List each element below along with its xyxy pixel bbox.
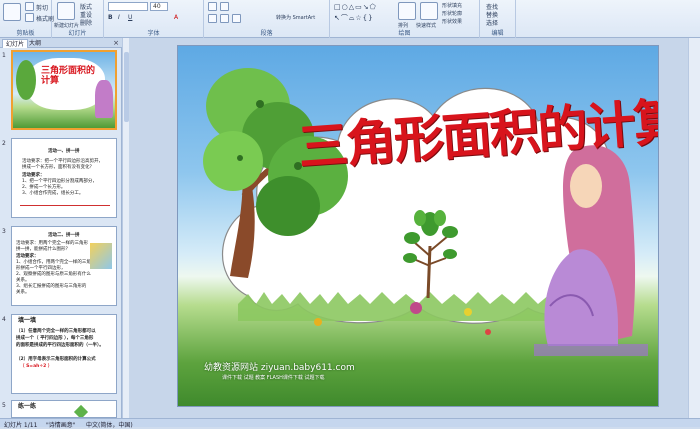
thumb-line: 3、组长汇报拼成的图形与三角形的 — [16, 284, 87, 289]
slide-edit-area: 三角形面积的计算 幼教资源网站 ziyuan.baby611.com 课件下载 … — [129, 38, 700, 418]
tab-outline[interactable]: 大纲 — [26, 39, 44, 48]
slide-number: 5 — [2, 402, 6, 409]
numbering-icon[interactable] — [220, 2, 229, 11]
slide-number: 3 — [2, 228, 6, 235]
theme-status[interactable]: "诗情画意" — [46, 420, 76, 429]
slide-thumbnail-2[interactable]: 活动一、拼一拼 活动要求：把一个平行四边形沿高剪开， 拼成一个长方形，面积有没有… — [11, 138, 117, 218]
slide-thumbnail-1[interactable]: 三角形面积的计算 — [11, 50, 117, 130]
font-size-field[interactable]: 40 — [150, 2, 168, 11]
thumb-line: （1）任意两个完全一样的三角形都可以 — [16, 329, 96, 334]
thumb-line: 关系。 — [16, 290, 30, 295]
thumb-line: 拼成一个长方形，面积有没有变化？ — [22, 165, 94, 170]
thumb-tree — [16, 60, 36, 100]
shapes-gallery-row2[interactable]: ↖⌒⌓☆{} — [334, 13, 374, 23]
thumb-line: 活动二、拼一拼 — [48, 233, 80, 238]
thumb-title: 三角形面积的计算 — [41, 66, 96, 86]
language-status[interactable]: 中文(简体，中国) — [86, 420, 133, 429]
editing-group-label: 编辑 — [491, 30, 504, 37]
thumb-line: 活动要求： — [22, 173, 45, 178]
slides-panel: 幻灯片 大纲 × 1 三角形面积的计算 2 活动一、拼一拼 活动要求：把一个平行… — [0, 38, 122, 418]
thumb-line: 2、拼成一个长方形。 — [22, 185, 66, 190]
tab-slides[interactable]: 幻灯片 — [2, 39, 29, 48]
quick-styles-button[interactable] — [420, 2, 438, 20]
slide-thumbnail-3[interactable]: 活动二、拼一拼 活动要求：用两个完全一样的三角形 拼一拼，能拼成什么图形？ 活动… — [11, 226, 117, 306]
clipboard-group-label: 剪贴板 — [16, 30, 35, 37]
align-right-icon[interactable] — [232, 14, 241, 23]
select-button[interactable]: 选择 — [486, 18, 498, 27]
slide-thumbnail-5[interactable]: 练一练 — [11, 400, 117, 418]
bold-button[interactable]: B — [108, 14, 113, 21]
ribbon-group-clipboard: 剪切 格式刷 剪贴板 — [0, 0, 54, 38]
shape-effects-button[interactable]: 形状效果 — [442, 18, 462, 25]
underline-button[interactable]: U — [128, 14, 132, 21]
thumb-line: 活动一、拼一拼 — [48, 149, 80, 154]
thumb-girl — [95, 80, 113, 118]
align-center-icon[interactable] — [220, 14, 229, 23]
slide-number: 4 — [2, 316, 6, 323]
paragraph-group-label: 段落 — [260, 30, 273, 37]
thumb-shape — [73, 404, 89, 417]
cut-label: 剪切 — [36, 5, 49, 12]
ribbon-group-editing: 查找 替换 选择 编辑 — [480, 0, 516, 38]
paste-button[interactable] — [3, 3, 21, 21]
slide-position-status: 幻灯片 1/11 — [4, 422, 38, 429]
thumb-line: 活动要求：把一个平行四边形沿高剪开， — [22, 159, 103, 164]
watermark-line-2: 课件下载 试题 教案 FLASH课件下载 试题下载 — [222, 375, 325, 381]
ribbon-group-drawing: □○△▭↘⬠ ↖⌒⌓☆{} 排列 快速样式 形状填充 形状轮廓 形状效果 绘图 — [330, 0, 480, 38]
status-bar: 幻灯片 1/11 "诗情画意" 中文(简体，中国) — [0, 418, 700, 429]
thumb-line: （ S=ah÷2 ） — [20, 364, 53, 369]
thumb-line: 形拼成一个平行四边形， — [16, 266, 66, 271]
ribbon: 剪切 格式刷 剪贴板 新建幻灯片 版式 重设 删除 幻灯片 40 B I U A… — [0, 0, 700, 38]
slide-number: 1 — [2, 52, 6, 59]
panel-tabs: 幻灯片 大纲 × — [0, 38, 122, 48]
slide-canvas[interactable]: 三角形面积的计算 幼教资源网站 ziyuan.baby611.com 课件下载 … — [177, 45, 659, 407]
editor-scrollbar[interactable] — [688, 38, 700, 418]
slide-thumbnail-4[interactable]: 填一填 （1）任意两个完全一样的三角形都可以 拼成一个（ 平行四边形 ），每个三… — [11, 314, 117, 394]
ribbon-group-slides: 新建幻灯片 版式 重设 删除 幻灯片 — [52, 0, 104, 38]
font-color-button[interactable]: A — [174, 14, 178, 21]
font-group-label: 字体 — [147, 30, 160, 37]
arrange-button[interactable] — [398, 2, 416, 20]
thumb-line: 活动要求：用两个完全一样的三角形 — [16, 241, 88, 246]
thumb-line: 1、小组合作，用两个完全一样的三角 — [16, 260, 91, 265]
slide-number: 2 — [2, 140, 6, 147]
ribbon-group-paragraph: 转换为 SmartArt 段落 — [204, 0, 330, 38]
ribbon-group-font: 40 B I U A 字体 — [104, 0, 204, 38]
shapes-gallery[interactable]: □○△▭↘⬠ — [334, 3, 377, 11]
thumb-line: 拼一拼，能拼成什么图形？ — [16, 247, 70, 252]
thumb-line: （2）用字母表示三角形面积的计算公式 — [16, 357, 96, 362]
bullets-icon[interactable] — [208, 2, 217, 11]
thumb-triangle-image — [90, 243, 112, 269]
watermark-line-1: 幼教资源网站 ziyuan.baby611.com — [204, 363, 355, 373]
close-icon[interactable]: × — [113, 39, 119, 47]
thumb-title: 练一练 — [18, 403, 37, 410]
new-slide-button[interactable] — [57, 2, 75, 20]
thumb-line: 拼成一个（ 平行四边形 ），每个三角形 — [16, 336, 94, 341]
shape-fill-button[interactable]: 形状填充 — [442, 2, 462, 9]
thumb-divider — [20, 205, 110, 206]
slides-group-label: 幻灯片 — [68, 30, 87, 37]
thumb-line: 的面积是拼成的平行四边形面积的（一半）。 — [16, 343, 104, 348]
cut-icon[interactable] — [25, 2, 34, 11]
convert-smartart-button[interactable]: 转换为 SmartArt — [276, 14, 315, 21]
thumb-title: 填一填 — [18, 317, 37, 324]
delete-button[interactable]: 删除 — [80, 18, 92, 27]
align-left-icon[interactable] — [208, 14, 217, 23]
drawing-group-label: 绘图 — [398, 30, 411, 37]
italic-button[interactable]: I — [118, 14, 120, 21]
panel-scrollbar[interactable] — [122, 38, 129, 418]
format-painter-icon[interactable] — [25, 13, 34, 22]
font-name-field[interactable] — [108, 2, 148, 11]
thumb-line: 活动要求： — [16, 254, 39, 259]
shape-outline-button[interactable]: 形状轮廓 — [442, 10, 462, 17]
thumb-line: 2、观察拼成的图形与原三角形有什么 — [16, 272, 91, 277]
thumb-line: 1、把一个平行四边形分割成两部分， — [22, 179, 97, 184]
thumb-line: 3、小组合作完成，组长分工。 — [22, 191, 84, 196]
thumb-line: 关系。 — [16, 278, 30, 283]
